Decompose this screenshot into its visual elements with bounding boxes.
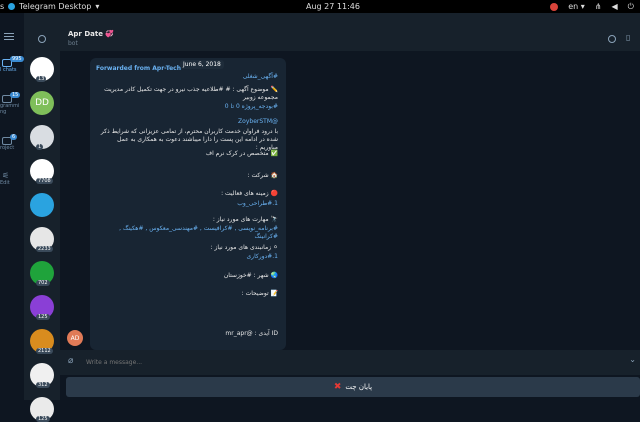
chrome-icon[interactable] (550, 2, 559, 11)
forwarded-label[interactable]: Forwarded from Apr-Tech (96, 65, 181, 72)
folder-label: grammi ng (0, 103, 20, 115)
message-line: 📝 توضیحات : (241, 290, 278, 297)
sliders-icon: ⚟ (2, 171, 10, 180)
unread-count: 1 (36, 144, 44, 150)
message-line[interactable]: 1.#طراحی_وب (98, 200, 278, 208)
unread-badge: 995 (10, 56, 24, 62)
chevron-down-icon[interactable]: ⌄ (629, 355, 636, 364)
clock[interactable]: Aug 27 11:46 (306, 2, 360, 11)
chat-avatar[interactable] (30, 193, 54, 217)
unread-count: 2233 (36, 246, 53, 252)
chat-title[interactable]: Apr Date 💞 (68, 30, 114, 38)
hamburger-menu-icon[interactable] (4, 33, 14, 40)
power-icon[interactable]: ⏻ (628, 2, 634, 12)
message-line[interactable]: #برنامه_نویسی , #کرافیست , #مهندسی_معکوس… (98, 225, 278, 241)
volume-icon[interactable]: ◀ (612, 2, 618, 11)
message-input[interactable] (86, 356, 286, 368)
sender-avatar[interactable]: AD (67, 330, 83, 346)
unread-count: 125 (36, 416, 50, 422)
chevron-down-icon: ▾ (95, 2, 100, 11)
folder-edit[interactable]: ⚟ Edit (0, 171, 24, 186)
chat-avatar[interactable]: DD (30, 91, 54, 115)
folder-rail: 995 l chats 15 grammi ng 6 roject ⚟ Edit (0, 13, 24, 400)
unread-count: 312 (36, 382, 50, 388)
cross-mark-icon: ✖ (333, 382, 342, 392)
message-bubble[interactable]: Forwarded from Apr-Tech June 6, 2018 #آگ… (90, 58, 286, 350)
unread-count: 702 (36, 280, 50, 286)
paperclip-icon[interactable]: ⌀ (68, 356, 73, 366)
search-icon[interactable] (608, 35, 616, 43)
message-line: ✅ متخصص در کرک نرم اف (205, 150, 278, 157)
folder-programming[interactable]: 15 grammi ng (0, 92, 24, 115)
message-line: 🏠 شرکت : (247, 172, 278, 179)
folder-label: l chats (0, 67, 17, 73)
unread-count: 125 (36, 314, 50, 320)
unread-count: 13 (36, 76, 47, 82)
message-line: 🔭 مهارت های مورد نیاز : (212, 216, 278, 223)
app-menu[interactable]: Telegram Desktop (19, 2, 91, 11)
folder-all-chats[interactable]: 995 l chats (0, 56, 24, 73)
message-line: ✏️ موضوع آگهی : #‌ #طلاعیه جذب نیرو در ج… (104, 86, 278, 101)
date-badge: June 6, 2018 (180, 60, 224, 69)
message-line: ⚪ زمانبندی های مورد نیاز : (210, 244, 278, 251)
telegram-app-icon (8, 3, 16, 10)
message-line: 🌏 شهر : #خوزستان (223, 272, 278, 279)
message-line: با درود فراوان خدمت کاربران محترم، از تم… (100, 128, 278, 151)
unread-badge: 6 (10, 134, 18, 140)
folder-label: Edit (0, 180, 10, 186)
hashtag-job[interactable]: #آگهی_شغلی (98, 73, 278, 81)
message-line[interactable]: 1.#دورکاری (98, 253, 278, 261)
system-top-bar: s Telegram Desktop ▾ Aug 27 11:46 en ▾ ⋔… (0, 0, 640, 13)
message-line: ID آیدی : @mr_apr (225, 330, 278, 337)
folder-project[interactable]: 6 roject (0, 134, 24, 151)
message-line[interactable]: @ZoyberSTM (98, 118, 278, 126)
more-menu-icon[interactable]: ▯ (626, 33, 630, 42)
end-chat-button[interactable]: ✖ پایان چت (66, 377, 640, 397)
search-icon[interactable] (38, 35, 46, 43)
activities-label[interactable]: s (0, 2, 4, 11)
chat-subtitle: bot (68, 40, 78, 47)
unread-count: 7708 (36, 178, 53, 184)
end-chat-label: پایان چت (345, 383, 373, 391)
chat-header: Apr Date 💞 bot ▯ (60, 13, 640, 51)
language-indicator[interactable]: en ▾ (568, 2, 585, 11)
message-input-bar: ⌀ ⌄ (60, 350, 640, 375)
unread-badge: 15 (10, 92, 21, 98)
message-line: 🔴 زمینه های فعالیت : (221, 190, 278, 197)
network-icon[interactable]: ⋔ (595, 2, 602, 11)
message-line[interactable]: #بودجه_پروژه 0 تا 0 (98, 103, 278, 111)
unread-count: 2112 (36, 348, 53, 354)
folder-label: roject (0, 145, 15, 151)
